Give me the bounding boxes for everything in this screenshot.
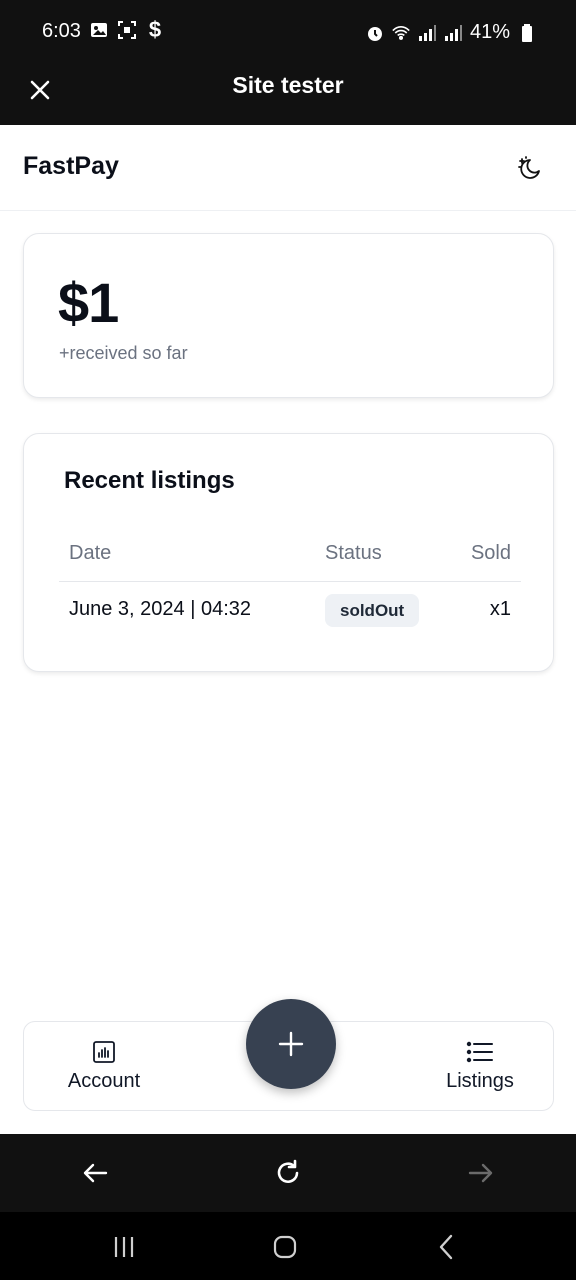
theme-toggle-button[interactable] [514, 153, 544, 183]
browser-reload-button[interactable] [273, 1158, 303, 1188]
signal-icon [444, 24, 462, 42]
column-header-sold: Sold [470, 542, 511, 564]
recent-apps-button[interactable] [111, 1234, 137, 1260]
battery-icon [518, 23, 536, 42]
balance-card: $1 +received so far [23, 233, 554, 398]
column-header-status: Status [325, 542, 382, 564]
list-icon [466, 1041, 493, 1063]
nav-listings[interactable]: Listings [440, 1040, 520, 1093]
dollar-icon: $ [148, 17, 162, 42]
signal-icon [418, 24, 436, 42]
status-time: 6:03 [42, 20, 81, 42]
recents-icon [114, 1237, 134, 1257]
app-header: FastPay [0, 125, 576, 211]
browser-controls [0, 1134, 576, 1212]
table-header: Date Status Sold [59, 542, 521, 582]
system-nav-bar [0, 1212, 576, 1280]
arrow-left-icon [83, 1163, 108, 1183]
recent-listings-card: Recent listings Date Status Sold June 3,… [23, 433, 554, 672]
status-badge: soldOut [325, 594, 420, 627]
home-icon [273, 1235, 297, 1259]
browser-back-button[interactable] [80, 1158, 110, 1188]
image-icon [90, 21, 108, 39]
alarm-icon [366, 24, 384, 42]
listing-sold-count: x1 [489, 598, 511, 620]
wifi-icon [392, 24, 410, 42]
balance-amount: $1 [58, 271, 119, 334]
system-back-button[interactable] [434, 1234, 460, 1260]
home-button[interactable] [272, 1234, 298, 1260]
plus-icon [278, 1031, 304, 1057]
listing-date: June 3, 2024 | 04:32 [69, 598, 252, 620]
nav-account-label: Account [67, 1070, 141, 1092]
arrow-right-icon [468, 1163, 493, 1183]
add-listing-button[interactable] [246, 999, 336, 1089]
balance-caption: +received so far [59, 343, 188, 363]
nav-account[interactable]: Account [64, 1040, 144, 1093]
status-bar: 6:03 $ 41% [0, 0, 576, 62]
browser-forward-button[interactable] [466, 1158, 496, 1188]
status-icons-left: $ [90, 17, 164, 42]
chart-bar-icon [93, 1041, 115, 1063]
table-row[interactable]: June 3, 2024 | 04:32 soldOut x1 [59, 583, 521, 639]
screenshot-icon [118, 21, 136, 39]
battery-percent: 41% [469, 21, 510, 43]
status-icons-right: 41% [366, 21, 536, 44]
brand-logo[interactable]: FastPay [23, 152, 119, 181]
nav-listings-label: Listings [446, 1070, 514, 1092]
reload-icon [277, 1159, 299, 1183]
column-header-date: Date [69, 542, 112, 564]
title-bar: Site tester [0, 62, 576, 125]
moon-stars-icon [518, 156, 540, 179]
back-chevron-icon [439, 1234, 453, 1260]
listings-title: Recent listings [64, 467, 235, 494]
page-title: Site tester [232, 72, 344, 98]
